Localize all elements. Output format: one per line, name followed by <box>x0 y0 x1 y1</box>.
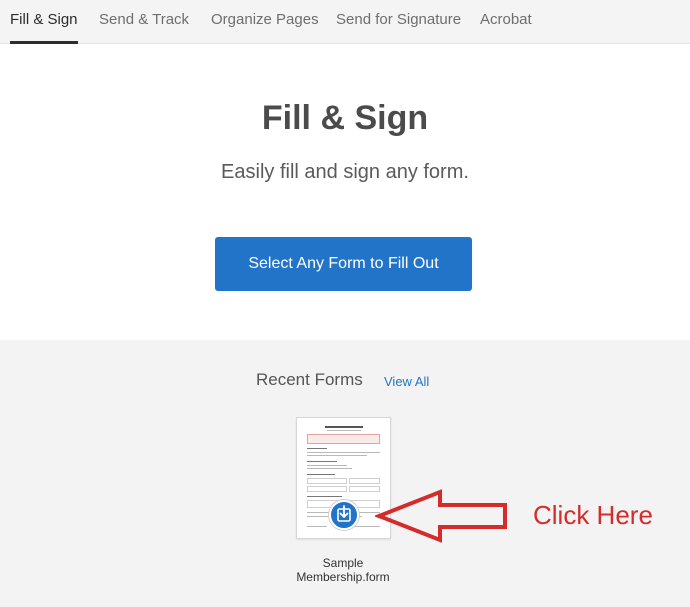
recent-form-name-line2: Membership.form <box>296 570 390 584</box>
tab-send-for-signature[interactable]: Send for Signature <box>336 0 461 44</box>
thumbnail-text-line <box>307 448 327 449</box>
thumbnail-field-box <box>307 486 347 492</box>
tab-fill-and-sign[interactable]: Fill & Sign <box>10 0 78 44</box>
hero-section: Fill & Sign Easily fill and sign any for… <box>0 44 690 340</box>
thumbnail-text-line <box>307 455 367 456</box>
thumbnail-text-line <box>307 452 380 453</box>
tab-organize-pages[interactable]: Organize Pages <box>211 0 319 44</box>
click-here-annotation: Click Here <box>533 500 653 530</box>
page-subtitle: Easily fill and sign any form. <box>221 161 469 183</box>
thumbnail-text-line <box>307 496 342 497</box>
tab-send-and-track[interactable]: Send & Track <box>99 0 189 44</box>
recent-form-name-line1: Sample <box>322 556 364 570</box>
thumbnail-field-box <box>307 478 347 484</box>
select-form-button[interactable]: Select Any Form to Fill Out <box>215 237 472 291</box>
top-tab-bar: Fill & Sign Send & Track Organize Pages … <box>0 0 690 44</box>
page-title: Fill & Sign <box>261 99 429 137</box>
thumbnail-text-line <box>327 430 361 431</box>
thumbnail-text-line <box>307 468 352 469</box>
thumbnail-heading-line <box>325 426 363 428</box>
recent-forms-section: Recent Forms View All Sample Membership.… <box>0 340 690 607</box>
tab-acrobat[interactable]: Acrobat <box>480 0 532 44</box>
thumbnail-field-box <box>349 478 380 484</box>
thumbnail-notice-box <box>307 434 380 444</box>
thumbnail-text-line <box>307 465 347 466</box>
thumbnail-text-line <box>307 526 327 527</box>
thumbnail-text-line <box>307 474 335 475</box>
view-all-link[interactable]: View All <box>384 374 429 389</box>
red-arrow-annotation <box>375 489 507 543</box>
recent-form-name: Sample Membership.form <box>278 556 408 584</box>
download-icon[interactable] <box>329 500 359 530</box>
thumbnail-text-line <box>307 461 337 462</box>
recent-forms-heading: Recent Forms <box>256 370 363 389</box>
